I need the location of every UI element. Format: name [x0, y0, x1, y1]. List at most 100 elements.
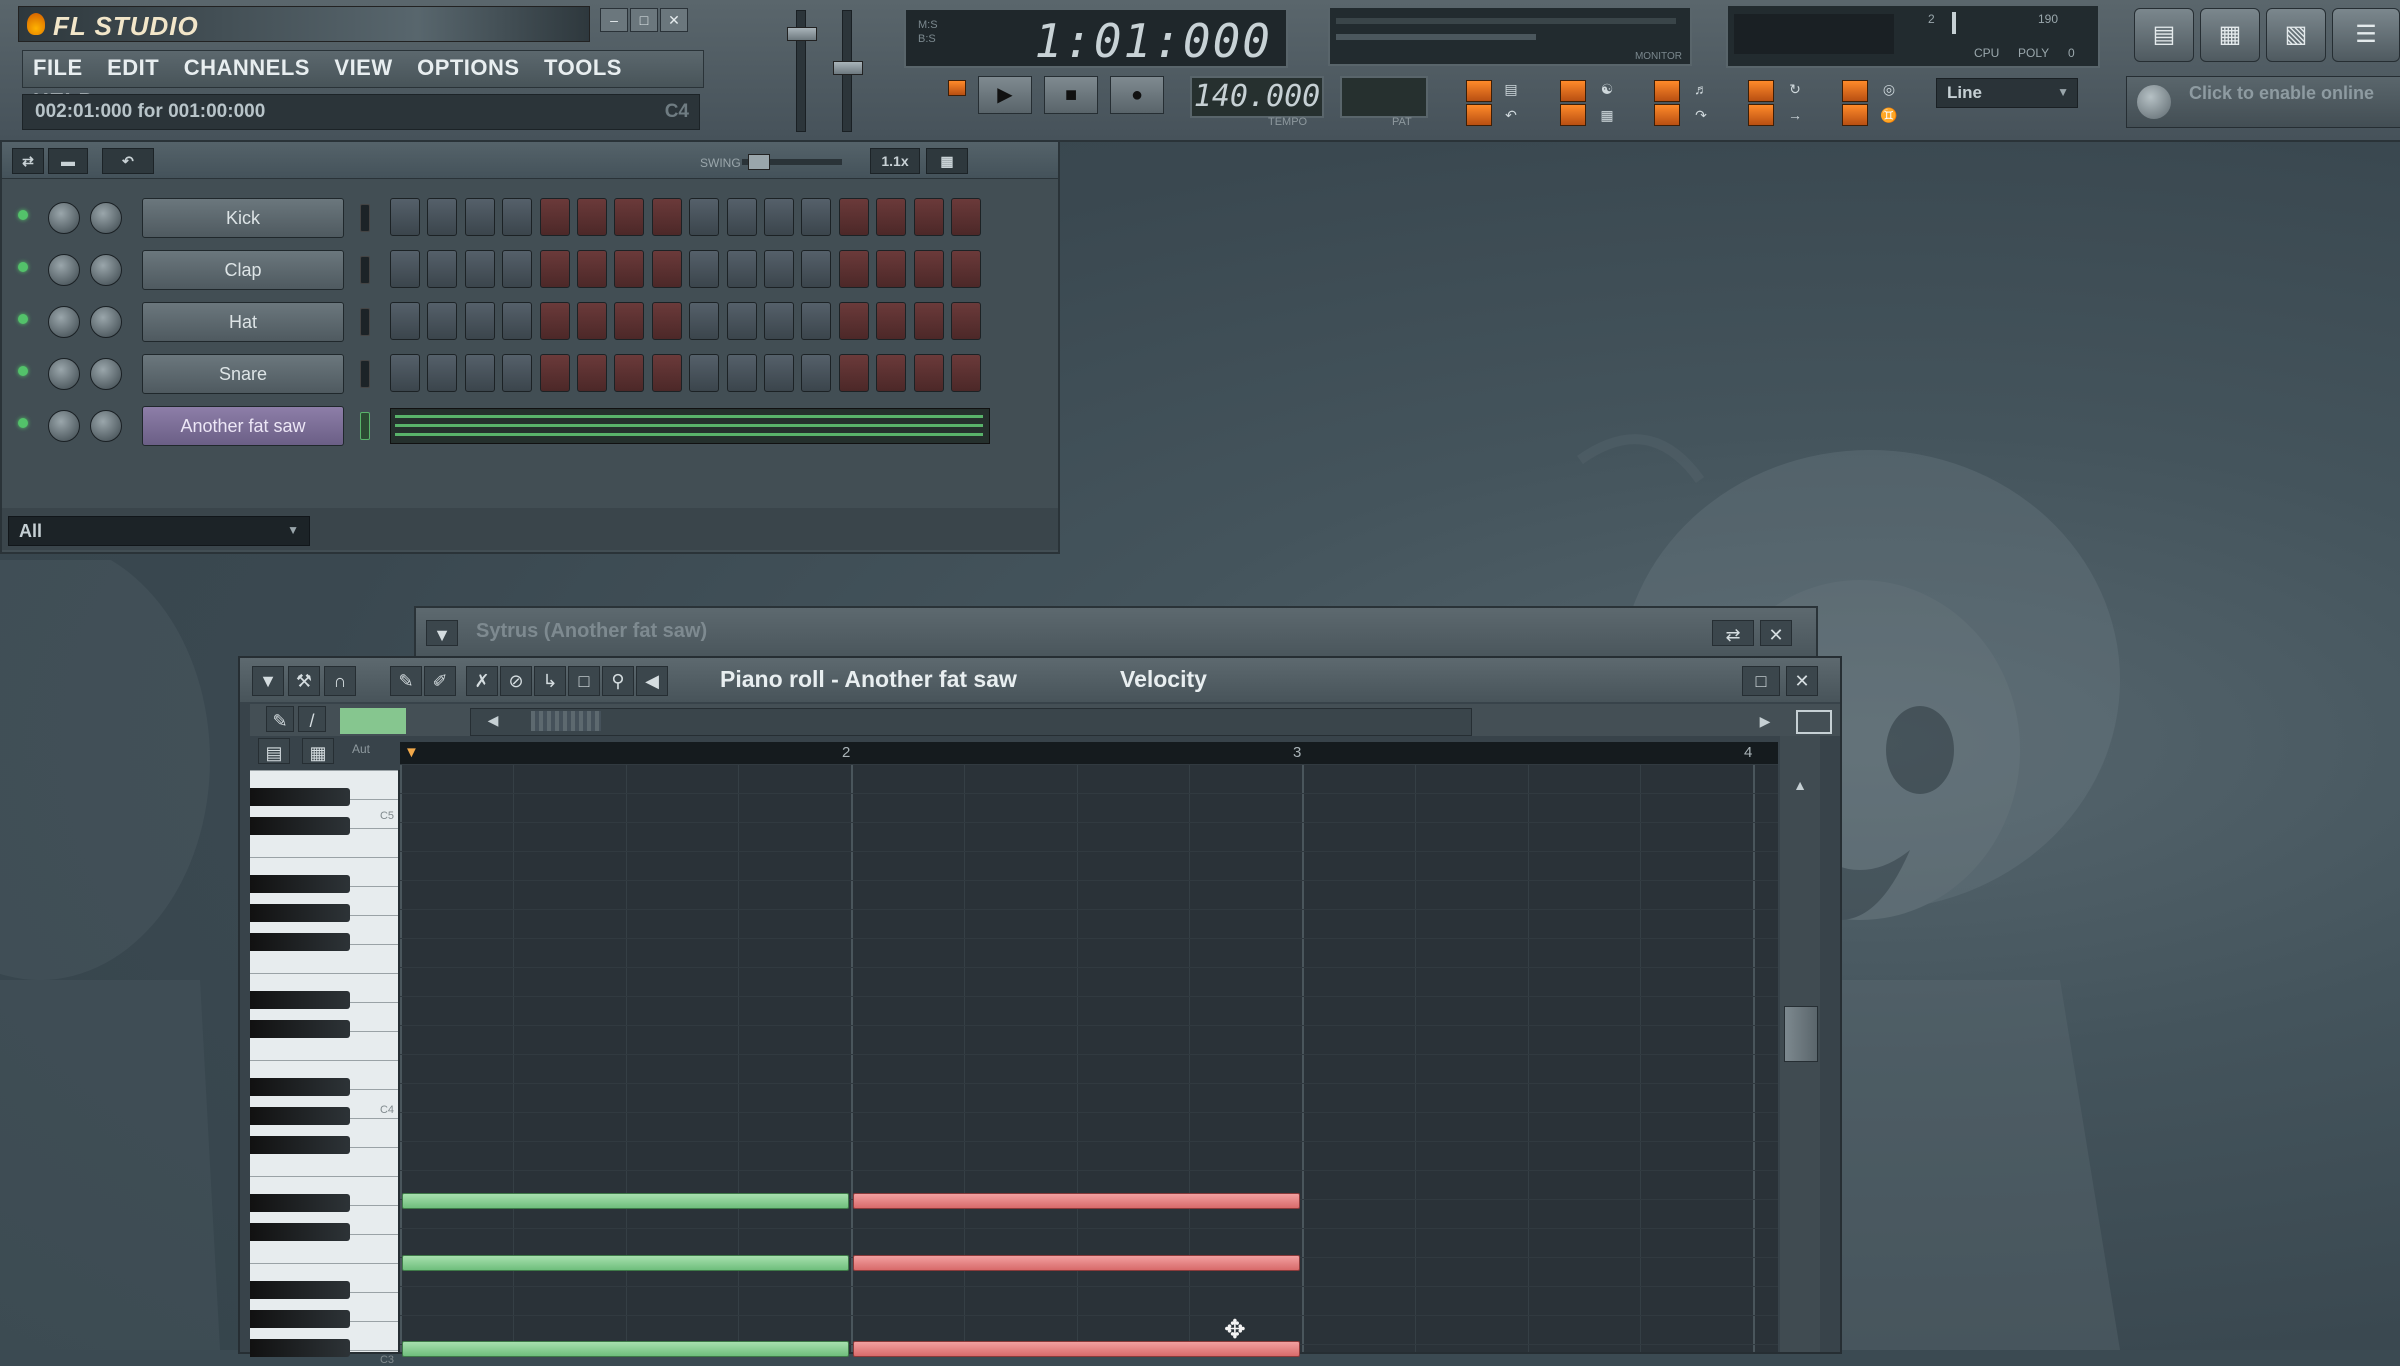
play-button[interactable]: ▶	[978, 76, 1032, 114]
black-key[interactable]	[250, 1020, 350, 1038]
step-button[interactable]	[838, 250, 869, 288]
step-button[interactable]	[464, 250, 495, 288]
step-button[interactable]	[502, 198, 533, 236]
step-button[interactable]	[876, 198, 907, 236]
step-button[interactable]	[913, 250, 944, 288]
note[interactable]	[402, 1341, 849, 1357]
step-button[interactable]	[539, 198, 570, 236]
toggle-6[interactable]	[1654, 104, 1680, 126]
step-button[interactable]	[951, 354, 981, 392]
step-button[interactable]	[726, 354, 757, 392]
step-button[interactable]	[801, 250, 832, 288]
step-button[interactable]	[913, 198, 944, 236]
black-key[interactable]	[250, 933, 350, 951]
white-key[interactable]	[250, 1060, 398, 1061]
playhead-marker[interactable]: ▼	[404, 744, 419, 761]
playlist-button[interactable]: ▤	[2134, 8, 2194, 62]
step-button[interactable]	[577, 198, 607, 236]
keyboard-icon[interactable]: ▦	[1592, 104, 1622, 126]
step-button[interactable]	[726, 250, 757, 288]
pin-icon[interactable]: ♊	[1874, 104, 1904, 126]
step-button[interactable]	[427, 250, 458, 288]
pat-song-switch[interactable]	[948, 80, 966, 96]
step-button[interactable]	[614, 302, 645, 340]
white-key[interactable]	[250, 1263, 398, 1264]
seq-options-button[interactable]: ⇄	[12, 148, 44, 174]
step-button[interactable]	[651, 250, 682, 288]
step-button[interactable]	[689, 302, 720, 340]
toggle-7[interactable]	[1748, 80, 1774, 102]
piano-roll-title[interactable]: Piano roll - Another fat saw	[720, 666, 1017, 693]
maximize-button[interactable]: □	[630, 8, 658, 32]
note[interactable]	[853, 1255, 1300, 1271]
step-button[interactable]	[838, 302, 869, 340]
paint-icon[interactable]: ✐	[424, 666, 456, 696]
toggle-8[interactable]	[1748, 104, 1774, 126]
zoom-icon[interactable]: ⚲	[602, 666, 634, 696]
piano-roll-preview[interactable]	[390, 408, 990, 444]
zoom-box-icon[interactable]	[1796, 710, 1832, 734]
piano-roll-menu-button[interactable]: ▼	[252, 666, 284, 696]
volume-knob[interactable]	[90, 306, 122, 338]
step-button[interactable]	[539, 302, 570, 340]
snap-mode-select[interactable]: Line ▼	[1936, 78, 2078, 108]
step-button[interactable]	[951, 250, 981, 288]
step-button[interactable]	[614, 354, 645, 392]
view-icon[interactable]: ◎	[1874, 78, 1904, 100]
black-key[interactable]	[250, 1223, 350, 1241]
timeline-ruler[interactable]: ▼ 2 3 4	[400, 742, 1778, 764]
step-button[interactable]	[464, 198, 495, 236]
step-button[interactable]	[764, 250, 794, 288]
black-key[interactable]	[250, 904, 350, 922]
mute-icon[interactable]: ⊘	[500, 666, 532, 696]
undo-icon[interactable]: ↶	[1496, 104, 1526, 126]
black-key[interactable]	[250, 817, 350, 835]
white-key[interactable]	[250, 857, 398, 858]
step-button[interactable]	[464, 302, 495, 340]
menu-view[interactable]: VIEW	[324, 51, 402, 85]
stop-button[interactable]: ■	[1044, 76, 1098, 114]
black-key[interactable]	[250, 875, 350, 893]
step-button[interactable]	[651, 198, 682, 236]
channel-button-hat[interactable]: Hat	[142, 302, 344, 342]
horizontal-scrollbar[interactable]: ◀	[470, 708, 1472, 736]
white-key[interactable]	[250, 973, 398, 974]
scroll-right-icon[interactable]: ▶	[1750, 708, 1780, 734]
scroll-left-icon[interactable]: ◀	[473, 712, 513, 730]
black-key[interactable]	[250, 788, 350, 806]
volume-knob[interactable]	[90, 202, 122, 234]
seq-keyboard-button[interactable]: ▦	[926, 148, 968, 174]
wait-icon[interactable]: ↷	[1686, 104, 1716, 126]
black-key[interactable]	[250, 1078, 350, 1096]
channel-button-snare[interactable]: Snare	[142, 354, 344, 394]
step-button[interactable]	[651, 354, 682, 392]
typing-keyboard-icon[interactable]: ▤	[1496, 78, 1526, 100]
slice-icon[interactable]: ↳	[534, 666, 566, 696]
scroll-up-icon[interactable]: ▲	[1784, 770, 1816, 800]
minimize-button[interactable]: –	[600, 8, 628, 32]
step-button[interactable]	[390, 354, 420, 392]
step-button[interactable]	[651, 302, 682, 340]
master-volume-knob[interactable]	[787, 27, 817, 41]
step-button[interactable]	[951, 198, 981, 236]
step-button[interactable]	[577, 302, 607, 340]
swing-knob[interactable]	[748, 154, 770, 170]
window-menu-button[interactable]: ▼	[426, 620, 458, 646]
channel-button-clap[interactable]: Clap	[142, 250, 344, 290]
selected-color-swatch[interactable]	[340, 708, 406, 734]
step-button[interactable]	[464, 354, 495, 392]
tempo-display[interactable]: 140.000	[1190, 76, 1324, 118]
metronome-icon[interactable]: ♬	[1686, 78, 1716, 100]
channel-select-indicator[interactable]	[360, 204, 370, 232]
step-button[interactable]	[502, 354, 533, 392]
step-button[interactable]	[764, 198, 794, 236]
loop-icon[interactable]: ↻	[1780, 78, 1810, 100]
step-button[interactable]	[876, 354, 907, 392]
step-button[interactable]	[502, 302, 533, 340]
mixer-button[interactable]: ☰	[2332, 8, 2400, 62]
white-key[interactable]	[250, 1176, 398, 1177]
close-icon[interactable]: ✕	[1786, 666, 1818, 696]
pan-knob[interactable]	[48, 410, 80, 442]
scroll-thumb[interactable]	[531, 711, 601, 731]
step-button[interactable]	[577, 250, 607, 288]
